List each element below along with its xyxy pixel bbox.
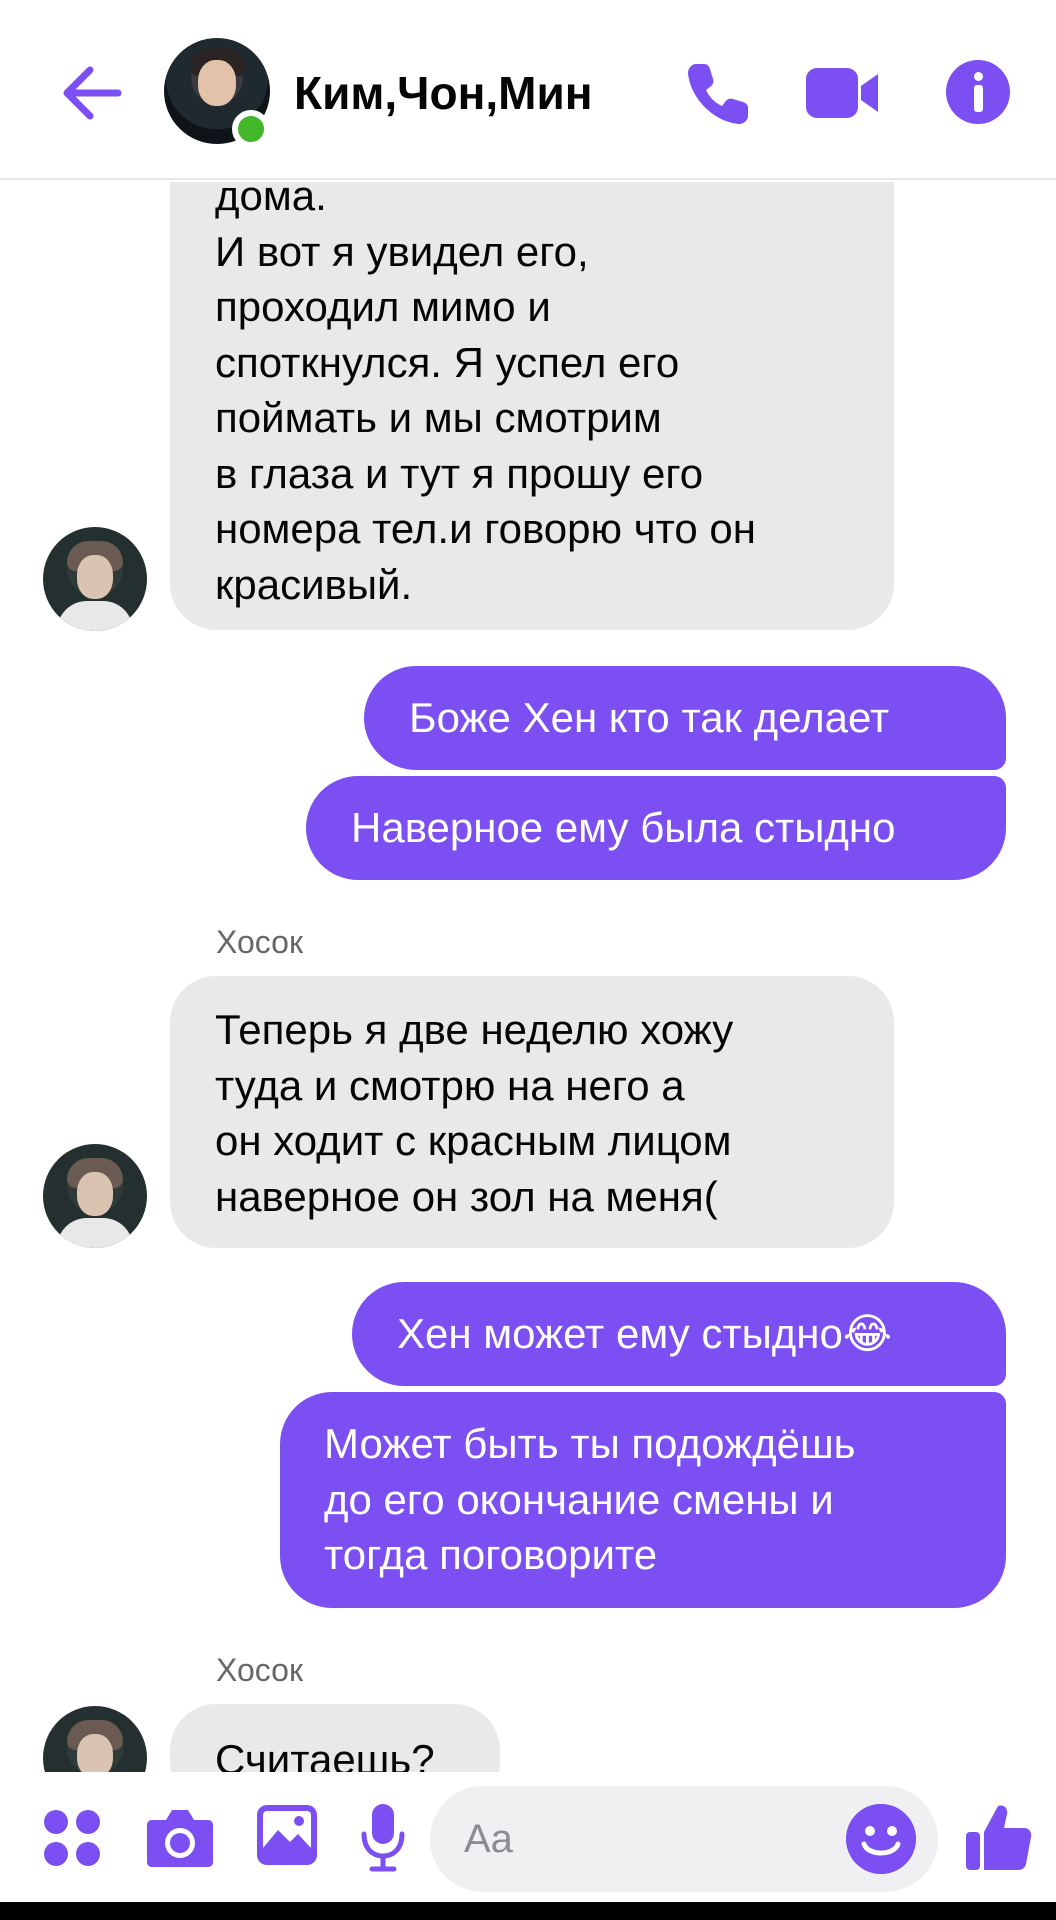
video-camera-icon[interactable] [804,62,880,124]
microphone-icon[interactable] [360,1802,406,1872]
arrow-left-icon[interactable] [56,58,126,128]
message-text: дома. И вот я увидел его, проходил мимо … [215,182,756,608]
incoming-message: Теперь я две неделю хожу туда и смотрю н… [170,976,894,1248]
message-text: Считаешь? [215,1736,435,1772]
gallery-icon[interactable] [256,1804,318,1866]
chat-header: Ким,Чон,Мин [0,0,1056,180]
message-text: Хен может ему стыдно😂 [397,1310,892,1357]
system-navigation-bar [0,1902,1056,1920]
sender-avatar[interactable] [43,527,147,631]
outgoing-message: Боже Хен кто так делает [364,666,1006,770]
incoming-message: Считаешь? [170,1704,500,1772]
message-text: Может быть ты подождёшь до его окончание… [324,1420,856,1578]
message-text: Наверное ему была стыдно [351,804,896,851]
message-text: Боже Хен кто так делает [409,694,890,741]
message-list[interactable]: дома. И вот я увидел его, проходил мимо … [0,182,1056,1772]
thumbs-up-icon[interactable] [964,1802,1032,1872]
incoming-message: дома. И вот я увидел его, проходил мимо … [170,182,894,630]
sender-name: Хосок [216,1652,303,1688]
phone-icon[interactable] [682,58,754,130]
message-text: Теперь я две неделю хожу туда и смотрю н… [215,1006,734,1220]
outgoing-message: Может быть ты подождёшь до его окончание… [280,1392,1006,1608]
outgoing-message: Хен может ему стыдно😂 [352,1282,1006,1386]
outgoing-message: Наверное ему была стыдно [306,776,1006,880]
chat-title[interactable]: Ким,Чон,Мин [294,66,593,120]
apps-icon[interactable] [44,1810,102,1868]
emoji-icon[interactable] [846,1804,916,1874]
sender-avatar[interactable] [43,1706,147,1772]
info-icon[interactable] [946,60,1010,124]
sender-avatar[interactable] [43,1144,147,1248]
message-composer [0,1772,1056,1902]
sender-name: Хосок [216,924,303,960]
camera-icon[interactable] [146,1806,214,1868]
online-status-indicator [232,110,270,148]
